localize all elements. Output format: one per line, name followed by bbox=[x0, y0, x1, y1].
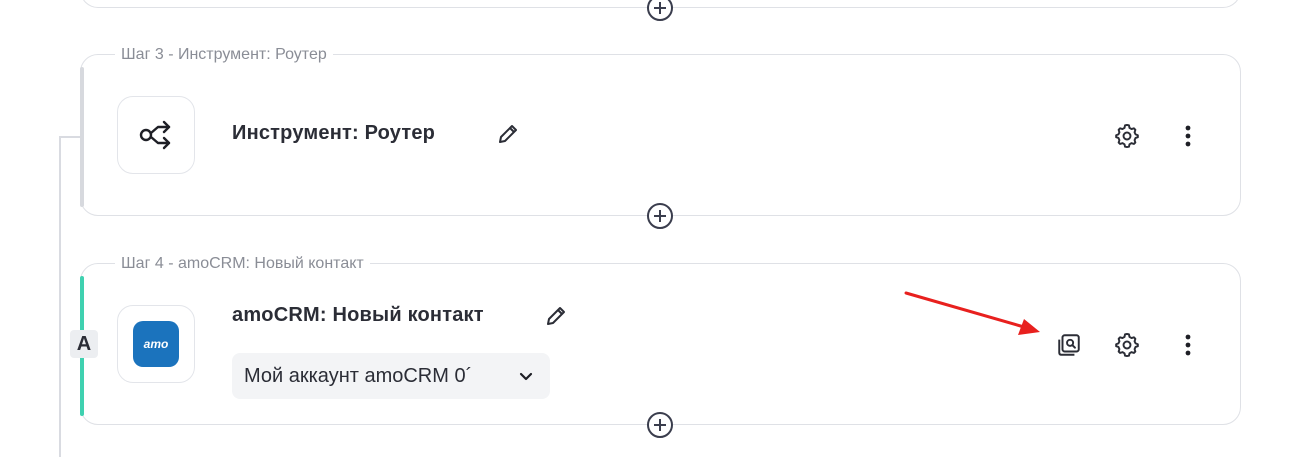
step-card-amocrm: Шаг 4 - amoCRM: Новый контакт amo amoCRM… bbox=[80, 255, 1241, 425]
step-title: amoCRM: Новый контакт bbox=[232, 304, 484, 326]
preview-data-icon[interactable] bbox=[1055, 331, 1083, 359]
amocrm-logo-mark: amo bbox=[133, 321, 179, 367]
account-select-value: Мой аккаунт amoCRM 0´ bbox=[244, 364, 473, 387]
step-settings-gear-icon[interactable] bbox=[1113, 331, 1141, 359]
account-select[interactable]: Мой аккаунт amoCRM 0´ bbox=[232, 353, 550, 399]
edit-title-pencil-icon[interactable] bbox=[544, 304, 568, 328]
step-legend: Шаг 3 - Инструмент: Роутер bbox=[115, 46, 333, 64]
step-accent-bar bbox=[80, 67, 84, 207]
edit-title-pencil-icon[interactable] bbox=[496, 122, 520, 146]
step-more-vertical-icon[interactable] bbox=[1174, 331, 1202, 359]
annotation-arrow-icon bbox=[904, 291, 1040, 335]
amocrm-logo: amo bbox=[117, 305, 195, 383]
step-legend: Шаг 4 - amoCRM: Новый контакт bbox=[115, 255, 370, 273]
step-settings-gear-icon[interactable] bbox=[1113, 122, 1141, 150]
tree-connector-horizontal bbox=[59, 136, 81, 138]
add-step-button[interactable] bbox=[647, 412, 673, 438]
tree-connector-vertical bbox=[59, 136, 61, 457]
chevron-down-icon bbox=[519, 372, 533, 381]
add-step-button[interactable] bbox=[647, 0, 673, 21]
branch-label: A bbox=[70, 330, 98, 358]
router-icon bbox=[117, 96, 195, 174]
add-step-button[interactable] bbox=[647, 203, 673, 229]
step-card-router: Шаг 3 - Инструмент: Роутер Инструмент: Р… bbox=[80, 46, 1241, 216]
step-title: Инструмент: Роутер bbox=[232, 122, 436, 144]
step-more-vertical-icon[interactable] bbox=[1174, 122, 1202, 150]
